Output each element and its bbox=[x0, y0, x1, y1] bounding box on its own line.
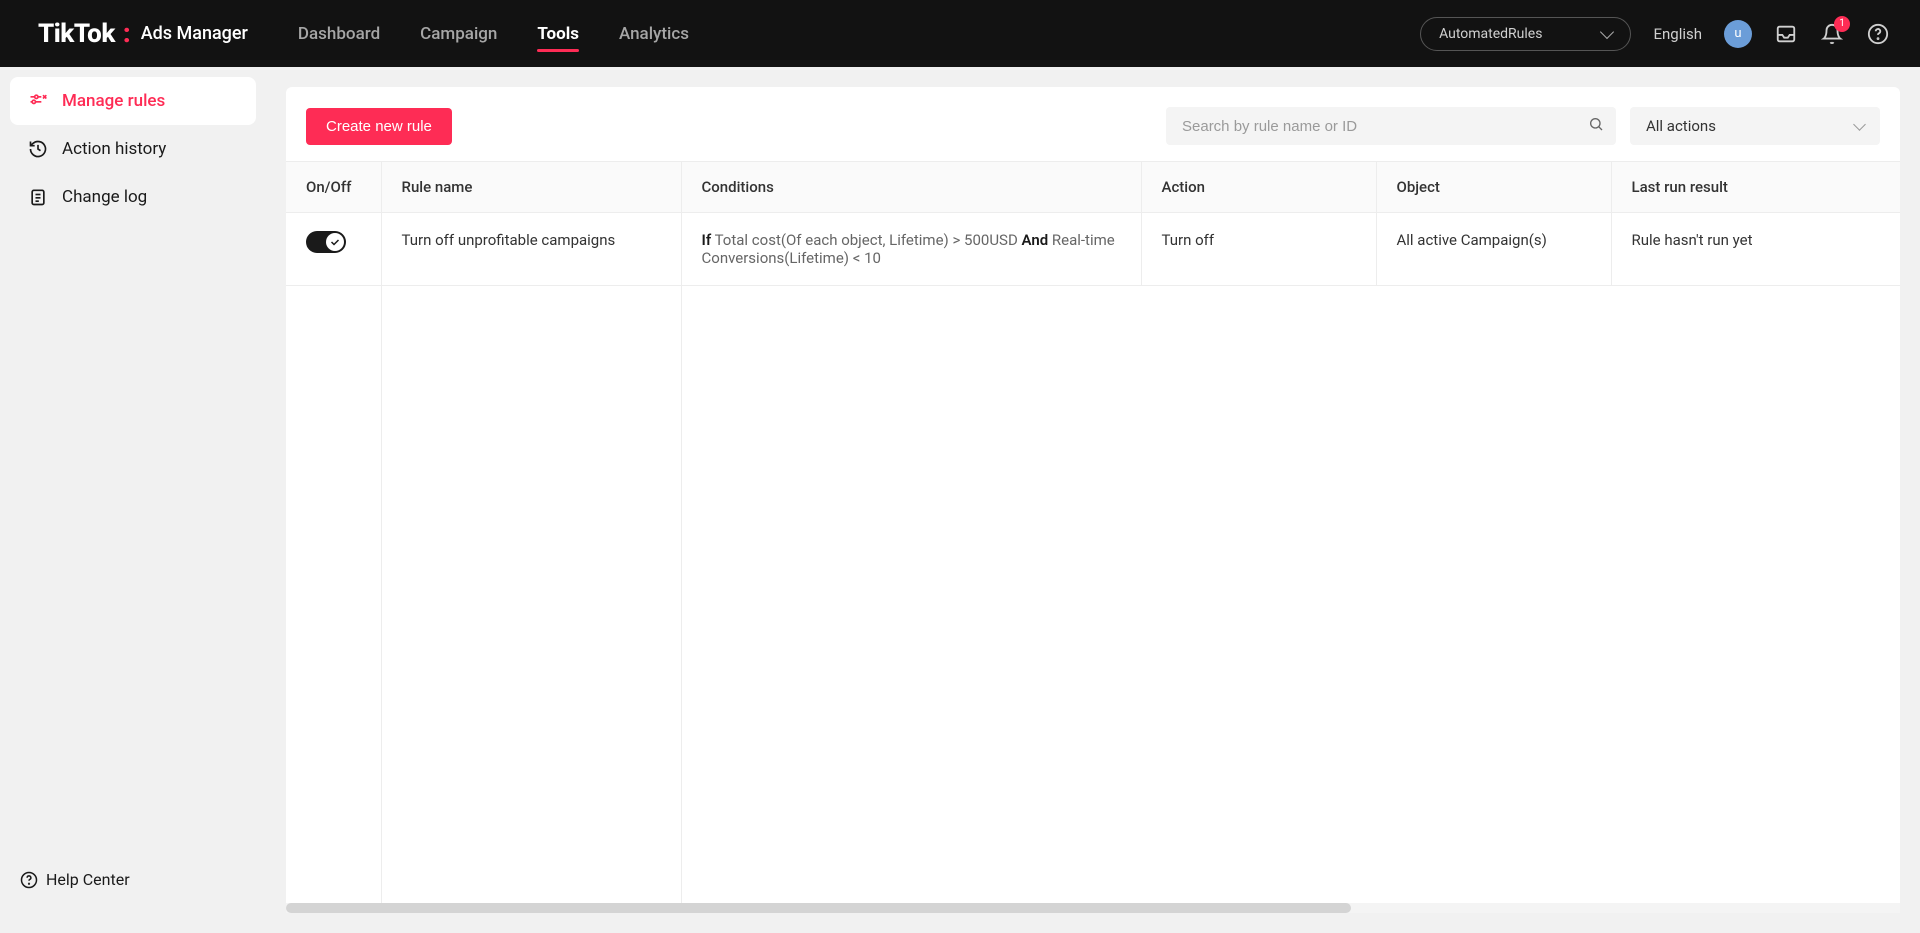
help-center-link[interactable]: Help Center bbox=[10, 860, 256, 899]
rules-table-wrap: On/Off Rule name Conditions Action Objec… bbox=[286, 161, 1900, 913]
nav-analytics[interactable]: Analytics bbox=[619, 4, 689, 64]
table-row[interactable]: Turn off unprofitable campaigns If Total… bbox=[286, 213, 1900, 286]
rules-panel: Create new rule All actions bbox=[286, 87, 1900, 913]
rule-result-cell: Rule hasn't run yet bbox=[1611, 213, 1900, 286]
main-content: Create new rule All actions bbox=[266, 67, 1920, 933]
account-selector[interactable]: AutomatedRules bbox=[1420, 17, 1631, 51]
action-filter-select[interactable]: All actions bbox=[1630, 107, 1880, 145]
help-icon[interactable] bbox=[1866, 22, 1890, 46]
sidebar-item-manage-rules[interactable]: Manage rules bbox=[10, 77, 256, 125]
logo-subtext: Ads Manager bbox=[141, 23, 248, 44]
col-last-run: Last run result bbox=[1611, 162, 1900, 213]
sidebar-item-label: Change log bbox=[62, 187, 147, 207]
header-right: AutomatedRules English u 1 bbox=[1420, 17, 1890, 51]
horizontal-scrollbar[interactable] bbox=[286, 903, 1900, 913]
account-name: AutomatedRules bbox=[1439, 26, 1542, 42]
inbox-icon[interactable] bbox=[1774, 22, 1798, 46]
language-selector[interactable]: English bbox=[1653, 25, 1702, 43]
col-conditions: Conditions bbox=[681, 162, 1141, 213]
rule-action-cell: Turn off bbox=[1141, 213, 1376, 286]
rule-condition-cell: If Total cost(Of each object, Lifetime) … bbox=[681, 213, 1141, 286]
nav-campaign[interactable]: Campaign bbox=[420, 4, 497, 64]
column-divider bbox=[681, 161, 682, 903]
search-icon[interactable] bbox=[1588, 116, 1604, 136]
toolbar: Create new rule All actions bbox=[286, 87, 1900, 161]
history-icon bbox=[28, 139, 48, 159]
chevron-down-icon bbox=[1600, 24, 1614, 38]
logo-colon-icon: : bbox=[123, 19, 131, 49]
col-rule-name: Rule name bbox=[381, 162, 681, 213]
notification-badge: 1 bbox=[1834, 16, 1850, 32]
sidebar-item-label: Manage rules bbox=[62, 91, 165, 111]
nav-dashboard[interactable]: Dashboard bbox=[298, 4, 380, 64]
nav-tools[interactable]: Tools bbox=[537, 4, 579, 64]
rule-name-cell: Turn off unprofitable campaigns bbox=[381, 213, 681, 286]
col-object: Object bbox=[1376, 162, 1611, 213]
filter-label: All actions bbox=[1646, 117, 1716, 135]
rule-toggle[interactable] bbox=[306, 231, 346, 253]
sidebar: Manage rules Action history Change log H… bbox=[0, 67, 266, 933]
search-box bbox=[1166, 107, 1616, 145]
sidebar-item-change-log[interactable]: Change log bbox=[10, 173, 256, 221]
col-action: Action bbox=[1141, 162, 1376, 213]
avatar[interactable]: u bbox=[1724, 20, 1752, 48]
create-new-rule-button[interactable]: Create new rule bbox=[306, 108, 452, 145]
help-center-label: Help Center bbox=[46, 870, 130, 889]
col-onoff: On/Off bbox=[286, 162, 381, 213]
clipboard-icon bbox=[28, 187, 48, 207]
rule-object-cell: All active Campaign(s) bbox=[1376, 213, 1611, 286]
help-circle-icon bbox=[20, 871, 38, 889]
column-divider bbox=[381, 161, 382, 903]
logo[interactable]: TikTok: Ads Manager bbox=[38, 19, 248, 49]
rules-table: On/Off Rule name Conditions Action Objec… bbox=[286, 161, 1900, 286]
logo-text: TikTok bbox=[38, 19, 115, 49]
scroll-thumb[interactable] bbox=[286, 903, 1351, 913]
check-icon bbox=[329, 236, 341, 248]
sliders-icon bbox=[28, 91, 48, 111]
sidebar-item-action-history[interactable]: Action history bbox=[10, 125, 256, 173]
search-input[interactable] bbox=[1166, 107, 1616, 145]
chevron-down-icon bbox=[1853, 118, 1866, 131]
sidebar-item-label: Action history bbox=[62, 139, 166, 159]
top-nav: TikTok: Ads Manager Dashboard Campaign T… bbox=[0, 0, 1920, 67]
notifications-icon[interactable]: 1 bbox=[1820, 22, 1844, 46]
main-nav: Dashboard Campaign Tools Analytics bbox=[298, 4, 689, 64]
